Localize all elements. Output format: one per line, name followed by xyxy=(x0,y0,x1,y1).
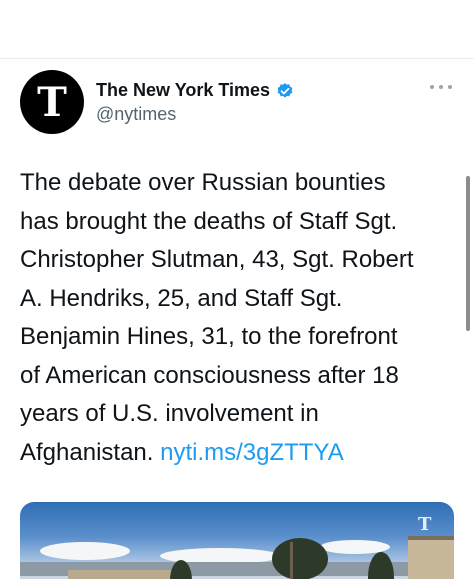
tweet-text-line: A. Hendriks, 25, and Staff Sgt. xyxy=(20,284,343,312)
tweet-text-last-line: Afghanistan. nyti.ms/3gZTTYA xyxy=(20,434,460,473)
nyt-logo-icon: T xyxy=(37,79,67,126)
pole xyxy=(290,542,293,579)
tweet-text-line: of American consciousness after 18 xyxy=(20,361,399,389)
tweet-text-line: The debate over Russian bounties xyxy=(20,169,386,196)
tweet-media-image[interactable] xyxy=(20,502,454,579)
more-options-icon[interactable] xyxy=(430,80,452,94)
tweet-text-line: Afghanistan. xyxy=(20,438,161,466)
tree xyxy=(368,552,394,579)
tweet-text: The debate over Russian bounties has bro… xyxy=(20,164,460,472)
cloud xyxy=(40,542,130,560)
tweet-text-line: Benjamin Hines, 31, to the forefront xyxy=(20,323,398,350)
tweet-screen: T The New York Times @nytimes The debate… xyxy=(0,0,474,579)
tweet-text-line: has brought the deaths of Staff Sgt. xyxy=(20,207,398,235)
display-name[interactable]: The New York Times xyxy=(96,80,270,101)
tweet-text-line: years of U.S. involvement in xyxy=(20,400,319,427)
author-name-row[interactable]: The New York Times xyxy=(96,80,294,101)
user-handle[interactable]: @nytimes xyxy=(96,104,176,125)
tweet-link[interactable]: nyti.ms/3gZTTYA xyxy=(160,439,344,466)
top-bar xyxy=(0,0,474,59)
verified-badge-icon xyxy=(277,82,293,98)
building xyxy=(408,536,454,579)
nyt-watermark-icon: T xyxy=(418,514,432,535)
tweet-text-line: Christopher Slutman, 43, Sgt. Robert xyxy=(20,246,414,273)
avatar[interactable]: T xyxy=(20,70,84,134)
tree xyxy=(272,538,328,579)
building xyxy=(68,570,178,579)
scrollbar[interactable] xyxy=(466,176,470,331)
